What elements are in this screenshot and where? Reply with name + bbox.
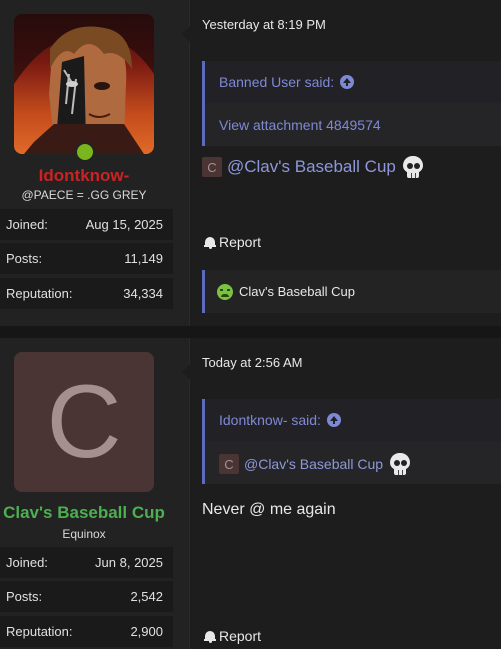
- username[interactable]: Clav's Baseball Cup: [0, 503, 168, 523]
- user-avatar[interactable]: C: [14, 352, 154, 492]
- message-text: Never @ me again: [202, 501, 336, 518]
- user-mention[interactable]: C @Clav's Baseball Cup: [202, 156, 424, 178]
- bell-icon: [204, 630, 216, 643]
- quote-header[interactable]: Banned User said:: [205, 61, 501, 103]
- message-content: Today at 2:56 AM Idontknow- said: C @Cla…: [182, 338, 501, 649]
- stat-label: Reputation:: [6, 286, 73, 301]
- stat-label: Reputation:: [6, 624, 73, 639]
- stat-label: Posts:: [6, 251, 43, 266]
- stat-posts: Posts: 11,149: [0, 243, 173, 274]
- stat-reputation: Reputation: 34,334: [0, 278, 173, 309]
- stat-reputation: Reputation: 2,900: [0, 616, 173, 647]
- report-button[interactable]: Report: [204, 628, 261, 644]
- sick-face-icon: [217, 283, 233, 300]
- post-date[interactable]: Today at 2:56 AM: [202, 355, 302, 370]
- quote-author[interactable]: Banned User said:: [219, 74, 334, 90]
- quote-header[interactable]: Idontknow- said:: [205, 399, 501, 441]
- report-label[interactable]: Report: [219, 234, 261, 250]
- post: C Clav's Baseball Cup Equinox Joined: Ju…: [0, 338, 501, 649]
- stat-value: Aug 15, 2025: [85, 217, 163, 232]
- stat-value: 34,334: [123, 286, 163, 301]
- mention-avatar: C: [219, 454, 239, 474]
- jump-to-quote-icon[interactable]: [340, 75, 355, 89]
- bell-icon: [204, 236, 216, 249]
- skull-icon: [389, 453, 411, 475]
- message-notch: [182, 26, 190, 42]
- post-date[interactable]: Yesterday at 8:19 PM: [202, 17, 326, 32]
- post-separator: [0, 326, 501, 338]
- username[interactable]: Idontknow-: [0, 166, 168, 186]
- quote-block: Idontknow- said: C @Clav's Baseball Cup: [202, 399, 501, 484]
- stat-joined: Joined: Aug 15, 2025: [0, 209, 173, 240]
- stat-label: Joined:: [6, 217, 48, 232]
- quote-author[interactable]: Idontknow- said:: [219, 412, 321, 428]
- user-mention[interactable]: C @Clav's Baseball Cup: [219, 453, 411, 475]
- skull-icon: [402, 156, 424, 178]
- stat-value: 2,900: [130, 624, 163, 639]
- user-avatar[interactable]: [14, 14, 154, 154]
- stat-posts: Posts: 2,542: [0, 581, 173, 612]
- stat-joined: Joined: Jun 8, 2025: [0, 547, 173, 578]
- message-notch: [182, 364, 190, 380]
- report-button[interactable]: Report: [204, 234, 261, 250]
- stat-value: 2,542: [130, 589, 163, 604]
- attachment-link[interactable]: View attachment 4849574: [205, 117, 501, 133]
- avatar-letter: C: [46, 364, 122, 480]
- mention-avatar: C: [202, 157, 222, 177]
- user-info-panel: Idontknow- @PAECE = .GG GREY Joined: Aug…: [0, 0, 190, 326]
- post: Idontknow- @PAECE = .GG GREY Joined: Aug…: [0, 0, 501, 326]
- jump-to-quote-icon[interactable]: [326, 413, 341, 427]
- stat-label: Joined:: [6, 555, 48, 570]
- mention-text[interactable]: @Clav's Baseball Cup: [227, 157, 396, 177]
- stat-label: Posts:: [6, 589, 43, 604]
- user-title: @PAECE = .GG GREY: [21, 188, 147, 202]
- user-title: Equinox: [62, 527, 106, 541]
- stat-value: 11,149: [124, 251, 163, 266]
- reaction-bar[interactable]: Clav's Baseball Cup: [202, 270, 501, 313]
- user-info-panel: C Clav's Baseball Cup Equinox Joined: Ju…: [0, 338, 190, 649]
- stat-value: Jun 8, 2025: [95, 555, 163, 570]
- avatar-illustration: [14, 14, 154, 154]
- quote-block: Banned User said: View attachment 484957…: [202, 61, 501, 146]
- mention-text[interactable]: @Clav's Baseball Cup: [244, 456, 383, 472]
- online-status-indicator: [75, 142, 95, 162]
- reaction-user[interactable]: Clav's Baseball Cup: [239, 284, 355, 299]
- message-content: Yesterday at 8:19 PM Banned User said: V…: [182, 0, 501, 326]
- report-label[interactable]: Report: [219, 628, 261, 644]
